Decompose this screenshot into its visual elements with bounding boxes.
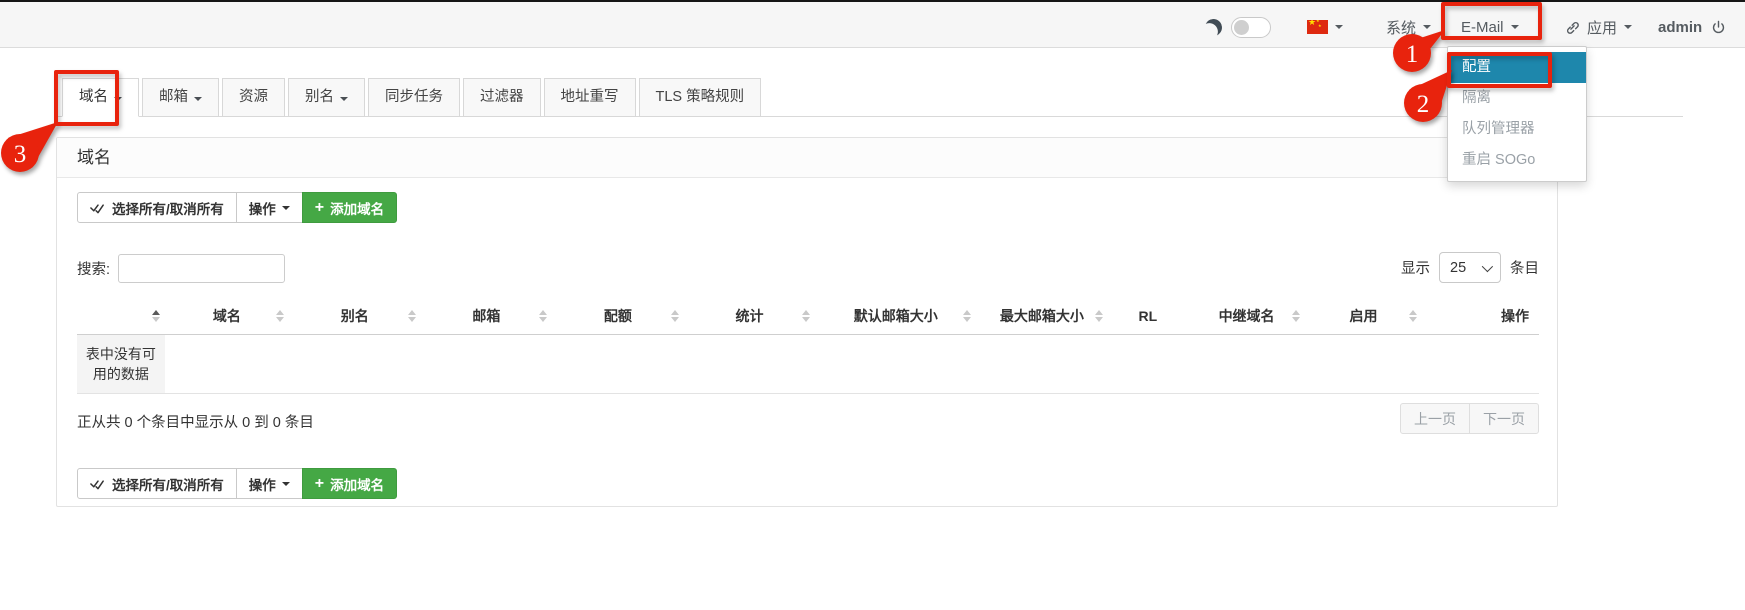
column-header-aliases[interactable]: 别名 bbox=[289, 298, 421, 335]
column-header-max-mailbox-size[interactable]: 最大邮箱大小 bbox=[976, 298, 1108, 335]
pagination: 上一页 下一页 bbox=[1400, 403, 1539, 434]
chevron-down-icon bbox=[194, 97, 202, 101]
table-header-row: 域名 别名 邮箱 配额 统计 默认邮箱大小 最大邮箱大小 RL 中继域名 启用 … bbox=[77, 298, 1539, 335]
toggle-knob bbox=[1234, 20, 1249, 35]
email-menu[interactable]: E-Mail bbox=[1461, 16, 1519, 38]
system-menu-label: 系统 bbox=[1386, 17, 1416, 38]
menu-item-queue-manager[interactable]: 队列管理器 bbox=[1448, 114, 1586, 145]
tab-mailboxes[interactable]: 邮箱 bbox=[142, 78, 219, 117]
chevron-down-icon bbox=[340, 97, 348, 101]
username-label: admin bbox=[1658, 19, 1702, 36]
select-all-button-bottom[interactable]: 选择所有/取消所有 bbox=[77, 468, 237, 499]
tab-bar: 域名 邮箱 资源 别名 同步任务 过滤器 地址重写 TLS 策略规则 bbox=[62, 78, 764, 117]
sort-arrows-icon bbox=[963, 310, 971, 322]
length-suffix: 条目 bbox=[1510, 257, 1539, 278]
link-icon bbox=[1565, 20, 1580, 35]
cn-flag-icon: ★ ★ ★ bbox=[1307, 20, 1328, 34]
length-value: 25 bbox=[1450, 260, 1466, 276]
sort-arrows-icon bbox=[1409, 310, 1417, 322]
actions-dropdown-button[interactable]: 操作 bbox=[236, 192, 303, 223]
email-menu-label: E-Mail bbox=[1461, 19, 1504, 36]
column-header-stats[interactable]: 统计 bbox=[684, 298, 816, 335]
length-prefix: 显示 bbox=[1401, 257, 1430, 278]
annotation-step-2: 2 bbox=[1404, 70, 1452, 122]
previous-page-button[interactable]: 上一页 bbox=[1400, 403, 1470, 434]
empty-table-message: 表中没有可用的数据 bbox=[77, 335, 165, 394]
power-icon[interactable] bbox=[1711, 20, 1726, 35]
sort-arrows-icon bbox=[408, 310, 416, 322]
dark-mode-control[interactable] bbox=[1205, 16, 1271, 38]
column-header-select[interactable] bbox=[77, 298, 165, 335]
sort-arrows-icon bbox=[802, 310, 810, 322]
page-length-select[interactable]: 25 bbox=[1439, 252, 1501, 283]
top-toolbar: 选择所有/取消所有 操作 + 添加域名 bbox=[77, 192, 397, 223]
apps-menu[interactable]: 应用 bbox=[1565, 16, 1632, 38]
double-check-icon bbox=[90, 477, 105, 490]
column-header-quota[interactable]: 配额 bbox=[552, 298, 684, 335]
search-input[interactable] bbox=[118, 254, 285, 283]
plus-icon: + bbox=[315, 199, 324, 217]
annotation-number-3: 3 bbox=[14, 141, 27, 168]
double-check-icon bbox=[90, 201, 105, 214]
sort-arrows-icon bbox=[152, 310, 160, 322]
top-navbar: ★ ★ ★ 系统 E-Mail 应用 admin bbox=[0, 0, 1745, 48]
column-header-actions: 操作 bbox=[1422, 298, 1539, 335]
sort-arrows-icon bbox=[671, 310, 679, 322]
domains-panel: 域名 选择所有/取消所有 操作 + 添加域名 搜索: 显示 25 条目 bbox=[56, 137, 1558, 507]
tab-filters[interactable]: 过滤器 bbox=[463, 78, 541, 117]
menu-item-restart-sogo[interactable]: 重启 SOGo bbox=[1448, 145, 1586, 176]
moon-icon bbox=[1203, 17, 1224, 38]
sort-arrows-icon bbox=[539, 310, 547, 322]
column-header-relay-domain[interactable]: 中继域名 bbox=[1188, 298, 1305, 335]
next-page-button[interactable]: 下一页 bbox=[1469, 403, 1539, 434]
column-header-rl[interactable]: RL bbox=[1108, 298, 1188, 335]
search-row: 搜索: bbox=[77, 254, 285, 283]
chevron-down-icon bbox=[114, 97, 122, 101]
chevron-down-icon bbox=[1511, 25, 1519, 29]
chevron-down-icon bbox=[282, 482, 290, 486]
chevron-down-icon bbox=[1335, 25, 1343, 29]
column-header-mailboxes[interactable]: 邮箱 bbox=[421, 298, 553, 335]
page-length-control: 显示 25 条目 bbox=[1401, 252, 1539, 283]
plus-icon: + bbox=[315, 475, 324, 493]
menu-item-quarantine[interactable]: 隔离 bbox=[1448, 83, 1586, 114]
chevron-down-icon bbox=[1482, 260, 1493, 271]
dark-mode-toggle[interactable] bbox=[1231, 17, 1271, 38]
sort-arrows-icon bbox=[276, 310, 284, 322]
search-label: 搜索: bbox=[77, 258, 110, 279]
system-menu[interactable]: 系统 bbox=[1386, 16, 1431, 38]
add-domain-button-bottom[interactable]: + 添加域名 bbox=[302, 468, 397, 499]
bottom-toolbar: 选择所有/取消所有 操作 + 添加域名 bbox=[77, 468, 397, 499]
tab-resources[interactable]: 资源 bbox=[222, 78, 285, 117]
chevron-down-icon bbox=[1624, 25, 1632, 29]
language-menu[interactable]: ★ ★ ★ bbox=[1307, 16, 1343, 38]
tab-domains[interactable]: 域名 bbox=[62, 78, 139, 117]
select-all-button[interactable]: 选择所有/取消所有 bbox=[77, 192, 237, 223]
tab-tls-policy[interactable]: TLS 策略规则 bbox=[639, 78, 762, 117]
email-dropdown-menu: 配置 隔离 队列管理器 重启 SOGo bbox=[1447, 46, 1587, 182]
user-menu[interactable]: admin bbox=[1658, 16, 1733, 38]
tab-sync-jobs[interactable]: 同步任务 bbox=[368, 78, 460, 117]
sort-arrows-icon bbox=[1095, 310, 1103, 322]
empty-table-row: 表中没有可用的数据 bbox=[77, 335, 1539, 394]
domains-table: 域名 别名 邮箱 配额 统计 默认邮箱大小 最大邮箱大小 RL 中继域名 启用 … bbox=[77, 298, 1539, 394]
apps-menu-label: 应用 bbox=[1587, 17, 1617, 38]
actions-dropdown-button-bottom[interactable]: 操作 bbox=[236, 468, 303, 499]
column-header-default-mailbox-size[interactable]: 默认邮箱大小 bbox=[815, 298, 976, 335]
add-domain-button[interactable]: + 添加域名 bbox=[302, 192, 397, 223]
panel-title: 域名 bbox=[57, 138, 1557, 178]
annotation-step-3: 3 bbox=[1, 122, 58, 172]
menu-item-configuration[interactable]: 配置 bbox=[1448, 52, 1586, 83]
tab-aliases[interactable]: 别名 bbox=[288, 78, 365, 117]
column-header-domain[interactable]: 域名 bbox=[165, 298, 289, 335]
tab-address-rewriting[interactable]: 地址重写 bbox=[544, 78, 636, 117]
table-info: 正从共 0 个条目中显示从 0 到 0 条目 bbox=[77, 411, 314, 432]
column-header-enabled[interactable]: 启用 bbox=[1305, 298, 1422, 335]
chevron-down-icon bbox=[1423, 25, 1431, 29]
chevron-down-icon bbox=[282, 206, 290, 210]
annotation-number-2: 2 bbox=[1417, 91, 1430, 118]
sort-arrows-icon bbox=[1292, 310, 1300, 322]
